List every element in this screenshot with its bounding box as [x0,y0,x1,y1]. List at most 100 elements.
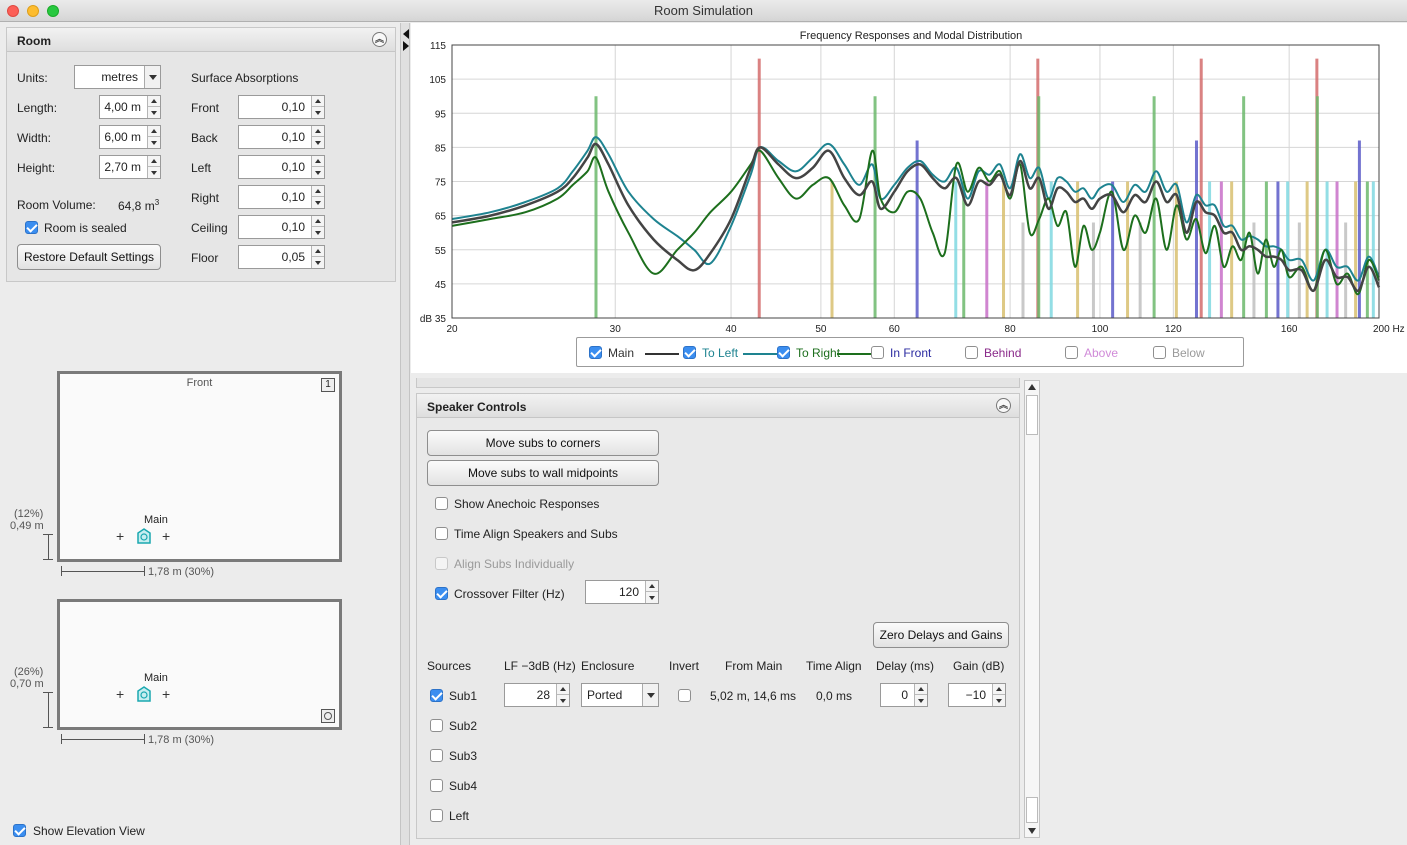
view-toggle-icon[interactable]: 1 [321,378,335,392]
legend-line-1 [743,353,777,355]
crossover-label: Crossover Filter (Hz) [454,587,565,601]
surface-stepper-1[interactable]: 0,10 [238,125,325,149]
vertical-scrollbar[interactable] [1024,380,1040,838]
surface-stepper-2[interactable]: 0,10 [238,155,325,179]
stepper-arrows-icon[interactable] [311,216,324,238]
room-panel-header[interactable]: Room ︽ [7,28,395,52]
stepper-arrows-icon[interactable] [311,156,324,178]
sub1-invert-checkbox[interactable] [678,689,691,702]
sub1-checkbox[interactable] [430,689,443,702]
room-elevation-view[interactable]: Main + + [57,599,342,730]
surface-stepper-4[interactable]: 0,10 [238,215,325,239]
stepper-arrows-icon[interactable] [311,96,324,118]
source-checkbox-2[interactable] [430,779,443,792]
crossover-checkbox[interactable] [435,587,448,600]
stepper-arrows-icon[interactable] [311,126,324,148]
frequency-response-chart: Frequency Responses and Modal Distributi… [411,23,1407,373]
elevation-y-distance: 0,70 m [10,678,44,690]
split-pane-divider[interactable] [400,23,410,845]
stepper-arrows-icon[interactable] [992,684,1005,706]
sub1-delay-value: 0 [901,688,908,702]
sub1-gain-stepper[interactable]: −10 [948,683,1006,707]
time-align-checkbox[interactable] [435,527,448,540]
dimension-line [144,566,145,576]
room-plan-view[interactable]: Front 1 Main + + [57,371,342,562]
restore-defaults-button[interactable]: Restore Default Settings [17,244,161,270]
legend-checkbox-0[interactable] [589,346,602,359]
stepper-arrows-icon[interactable] [311,246,324,268]
crosshair-icon: + [116,686,125,702]
collapse-icon[interactable]: ︽ [996,398,1011,413]
sub1-label: Sub1 [449,689,478,703]
anechoic-checkbox[interactable] [435,497,448,510]
align-individually-label: Align Subs Individually [454,557,575,571]
scroll-up-icon[interactable] [1028,384,1036,390]
stepper-arrows-icon[interactable] [311,186,324,208]
legend-checkbox-5[interactable] [1065,346,1078,359]
speaker-panel-header[interactable]: Speaker Controls ︽ [417,394,1019,418]
sub1-enclosure-select[interactable]: Ported [581,683,659,707]
chart-title: Frequency Responses and Modal Distributi… [800,30,1023,42]
dimension-line [144,734,145,744]
source-checkbox-3[interactable] [430,809,443,822]
source-checkbox-1[interactable] [430,749,443,762]
sub1-from-main: 5,02 m, 14,6 ms [710,689,797,703]
surface-stepper-5[interactable]: 0,05 [238,245,325,269]
length-stepper[interactable]: 4,00 m [99,95,161,119]
expand-right-icon[interactable] [403,41,409,51]
legend-checkbox-2[interactable] [777,346,790,359]
legend-checkbox-1[interactable] [683,346,696,359]
width-value: 6,00 m [104,130,141,144]
zero-delays-gains-button[interactable]: Zero Delays and Gains [873,622,1009,648]
room-sealed-checkbox[interactable] [25,221,38,234]
surface-absorptions-title: Surface Absorptions [191,71,299,85]
surface-value: 0,10 [281,100,305,114]
scroll-down-icon[interactable] [1028,828,1036,834]
y-tick-label: 85 [435,143,447,154]
collapse-icon[interactable]: ︽ [372,32,387,47]
collapse-left-icon[interactable] [403,29,409,39]
legend-label-3: In Front [890,346,932,360]
y-tick-label: 105 [429,75,446,86]
sub1-delay-stepper[interactable]: 0 [880,683,928,707]
anechoic-label: Show Anechoic Responses [454,497,600,511]
speaker-icon[interactable] [136,686,152,704]
width-stepper[interactable]: 6,00 m [99,125,161,149]
legend-checkbox-6[interactable] [1153,346,1166,359]
speaker-panel-title: Speaker Controls [427,400,527,414]
speaker-controls-panel: Speaker Controls ︽ Move subs to corners M… [416,393,1020,839]
stepper-arrows-icon[interactable] [147,156,160,178]
dimension-line [61,571,144,572]
surface-stepper-3[interactable]: 0,10 [238,185,325,209]
show-elevation-checkbox[interactable] [13,824,26,837]
stepper-arrows-icon[interactable] [147,126,160,148]
move-subs-corners-button[interactable]: Move subs to corners [427,430,659,456]
legend-checkbox-3[interactable] [871,346,884,359]
dimension-line [43,559,53,560]
legend-checkbox-4[interactable] [965,346,978,359]
units-value: metres [101,70,138,84]
align-individually-checkbox[interactable] [435,557,448,570]
stepper-arrows-icon[interactable] [914,684,927,706]
chevron-down-icon[interactable] [642,684,658,706]
surface-stepper-0[interactable]: 0,10 [238,95,325,119]
sub1-lf-stepper[interactable]: 28 [504,683,570,707]
legend-line-2 [837,353,871,355]
height-stepper[interactable]: 2,70 m [99,155,161,179]
chevron-down-icon[interactable] [144,66,160,88]
stepper-arrows-icon[interactable] [556,684,569,706]
view-toggle-icon[interactable] [321,709,335,723]
stepper-arrows-icon[interactable] [645,581,658,603]
stepper-arrows-icon[interactable] [147,96,160,118]
speaker-icon[interactable] [136,528,152,546]
room-panel: Room ︽ Units: metres Length: 4,00 m Width… [6,27,396,282]
source-label-2: Sub4 [449,779,478,793]
source-checkbox-0[interactable] [430,719,443,732]
surface-value: 0,10 [281,130,305,144]
length-value: 4,00 m [104,100,141,114]
chart-legend: Main To Left To Right In Front Behind Above Be… [576,337,1244,367]
units-select[interactable]: metres [74,65,161,89]
move-subs-midpoints-button[interactable]: Move subs to wall midpoints [427,460,659,486]
crossover-stepper[interactable]: 120 [585,580,659,604]
scrollbar-thumb[interactable] [1026,395,1038,435]
